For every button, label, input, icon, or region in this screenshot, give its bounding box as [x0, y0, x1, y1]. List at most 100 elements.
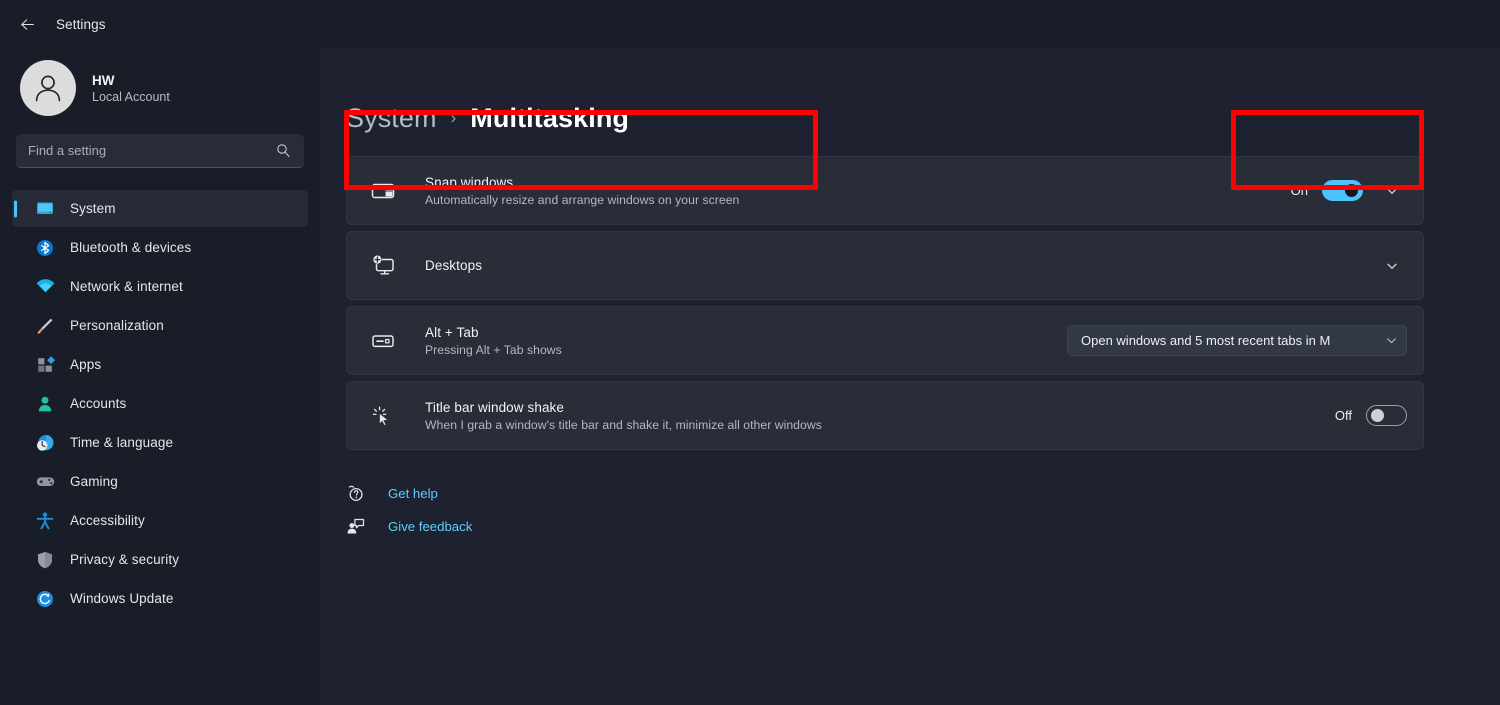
arrow-left-icon — [20, 18, 34, 30]
accessibility-person-icon — [34, 510, 56, 532]
search-box[interactable] — [16, 134, 304, 168]
sidebar-item-personalization[interactable]: Personalization — [12, 307, 308, 344]
sidebar-item-apps[interactable]: Apps — [12, 346, 308, 383]
setting-subtitle: When I grab a window's title bar and sha… — [425, 417, 822, 432]
user-avatar-icon — [35, 75, 61, 102]
sidebar-nav: System Bluetooth & devices Network & int… — [12, 190, 308, 617]
breadcrumb: System › Multitasking — [346, 100, 1424, 136]
sidebar-item-bluetooth-devices[interactable]: Bluetooth & devices — [12, 229, 308, 266]
title-bar-shake-toggle[interactable] — [1366, 405, 1407, 426]
toggle-knob — [1345, 184, 1358, 197]
alt-tab-keyboard-icon — [363, 328, 403, 354]
setting-text: Desktops — [425, 258, 1377, 273]
setting-row-desktops[interactable]: Desktops — [346, 231, 1424, 300]
setting-subtitle: Automatically resize and arrange windows… — [425, 192, 740, 207]
breadcrumb-parent-system[interactable]: System — [346, 103, 437, 134]
settings-window: Settings HW Local Account Find a setting… — [0, 0, 1500, 705]
sidebar-item-label: System — [70, 201, 116, 216]
sidebar-item-system[interactable]: System — [12, 190, 308, 227]
help-question-icon — [346, 484, 376, 503]
sidebar-item-label: Windows Update — [70, 591, 174, 606]
setting-text: Title bar window shake When I grab a win… — [425, 400, 1335, 432]
page-title: Multitasking — [470, 102, 630, 133]
setting-controls: Open windows and 5 most recent tabs in M — [1067, 325, 1407, 356]
bluetooth-icon — [34, 237, 56, 259]
main-content: System › Multitasking Snap windows Autom… — [320, 48, 1500, 705]
clock-globe-icon — [34, 432, 56, 454]
sidebar-item-label: Privacy & security — [70, 552, 180, 567]
status-badge: Off — [1334, 408, 1352, 423]
desktop-add-icon — [363, 253, 403, 279]
setting-controls: On — [1291, 176, 1407, 206]
setting-title: Desktops — [425, 258, 483, 273]
sidebar-item-label: Time & language — [70, 435, 174, 450]
sidebar: HW Local Account Find a setting System B… — [0, 48, 320, 705]
setting-subtitle: Pressing Alt + Tab shows — [425, 342, 562, 357]
shield-icon — [34, 549, 56, 571]
person-icon — [34, 393, 56, 415]
cursor-shake-icon — [363, 403, 403, 429]
snap-windows-toggle[interactable] — [1322, 180, 1363, 201]
toggle-knob — [1371, 409, 1384, 422]
setting-text: Snap windows Automatically resize and ar… — [425, 175, 1291, 207]
sidebar-item-accounts[interactable]: Accounts — [12, 385, 308, 422]
setting-text: Alt + Tab Pressing Alt + Tab shows — [425, 325, 1067, 357]
monitor-icon — [34, 198, 56, 220]
sidebar-item-gaming[interactable]: Gaming — [12, 463, 308, 500]
alt-tab-dropdown-value: Open windows and 5 most recent tabs in M — [1081, 333, 1331, 348]
sidebar-item-network-internet[interactable]: Network & internet — [12, 268, 308, 305]
sidebar-item-label: Gaming — [70, 474, 118, 489]
settings-list: Snap windows Automatically resize and ar… — [346, 156, 1424, 450]
get-help-link[interactable]: Get help — [346, 484, 438, 503]
chevron-right-icon: › — [450, 108, 457, 127]
give-feedback-link[interactable]: Give feedback — [346, 517, 472, 536]
sidebar-item-label: Bluetooth & devices — [70, 240, 192, 255]
sidebar-item-windows-update[interactable]: Windows Update — [12, 580, 308, 617]
apps-grid-icon — [34, 354, 56, 376]
chevron-down-icon — [1387, 263, 1397, 269]
sidebar-item-label: Personalization — [70, 318, 164, 333]
sidebar-item-privacy-security[interactable]: Privacy & security — [12, 541, 308, 578]
snap-windows-expand-button[interactable] — [1377, 176, 1407, 206]
sidebar-item-label: Accounts — [70, 396, 127, 411]
setting-row-title-bar-window-shake[interactable]: Title bar window shake When I grab a win… — [346, 381, 1424, 450]
search-icon — [276, 143, 292, 158]
desktops-expand-button[interactable] — [1377, 251, 1407, 281]
link-label: Give feedback — [388, 519, 473, 534]
setting-controls: Off — [1335, 405, 1407, 426]
setting-title: Title bar window shake — [425, 399, 565, 415]
setting-row-snap-windows[interactable]: Snap windows Automatically resize and ar… — [346, 156, 1424, 225]
account-card[interactable]: HW Local Account — [12, 48, 308, 134]
account-text: HW Local Account — [92, 73, 170, 104]
setting-title: Alt + Tab — [425, 324, 479, 340]
footer-links: Get help Give feedback — [346, 484, 1424, 536]
search-wrapper — [12, 134, 308, 190]
account-subtitle: Local Account — [92, 89, 170, 104]
feedback-person-icon — [346, 517, 376, 536]
sidebar-item-time-language[interactable]: Time & language — [12, 424, 308, 461]
refresh-circle-icon — [34, 588, 56, 610]
sidebar-item-label: Accessibility — [70, 513, 145, 528]
snap-layout-icon — [363, 178, 403, 204]
link-label: Get help — [388, 486, 438, 501]
chevron-down-icon — [1387, 188, 1397, 194]
sidebar-item-label: Network & internet — [70, 279, 183, 294]
avatar — [20, 60, 76, 116]
status-badge: On — [1290, 183, 1308, 198]
alt-tab-dropdown[interactable]: Open windows and 5 most recent tabs in M — [1067, 325, 1407, 356]
paintbrush-icon — [34, 315, 56, 337]
back-button[interactable] — [10, 8, 44, 40]
window-body: HW Local Account Find a setting System B… — [0, 48, 1500, 705]
sidebar-item-accessibility[interactable]: Accessibility — [12, 502, 308, 539]
account-name: HW — [92, 72, 115, 88]
window-title: Settings — [56, 16, 106, 32]
search-input[interactable] — [28, 143, 276, 158]
sidebar-item-label: Apps — [70, 357, 102, 372]
gamepad-icon — [34, 471, 56, 493]
setting-controls — [1377, 251, 1407, 281]
wifi-icon — [34, 276, 56, 298]
setting-title: Snap windows — [425, 174, 514, 190]
chevron-down-icon — [1385, 334, 1398, 347]
setting-row-alt-tab[interactable]: Alt + Tab Pressing Alt + Tab shows Open … — [346, 306, 1424, 375]
title-bar: Settings — [0, 0, 1500, 48]
